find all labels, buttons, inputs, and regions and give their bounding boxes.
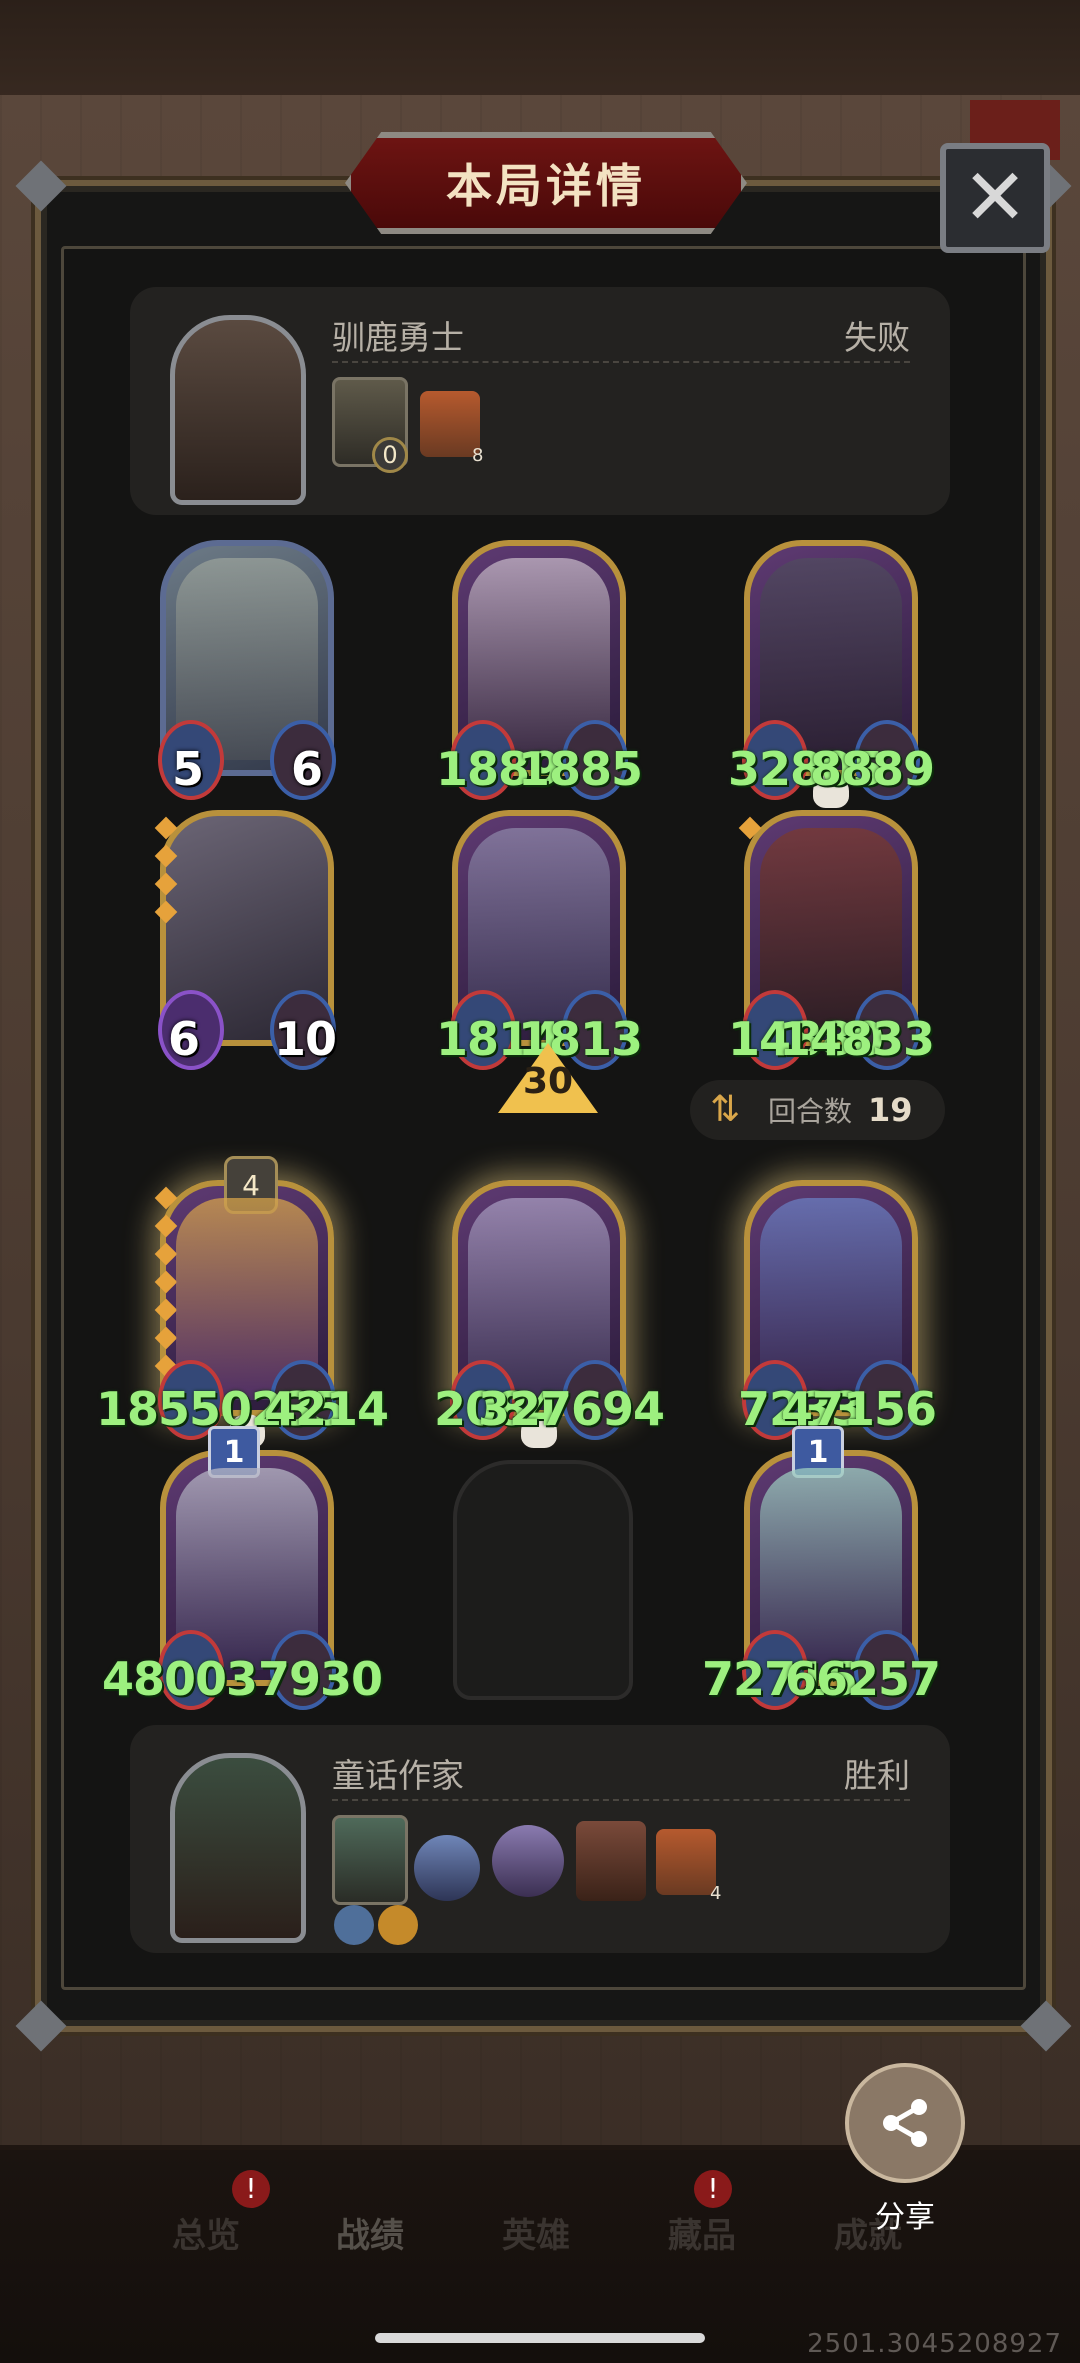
version-text: 2501.3045208927 bbox=[807, 2329, 1062, 2359]
player-unit-4[interactable]: 1 48003 7930 bbox=[102, 1426, 383, 1710]
opponent-unit-3[interactable]: 32805 8889 bbox=[728, 540, 935, 808]
unit-health: 7930 bbox=[257, 1652, 383, 1706]
player-unit-5[interactable]: 1 72715 66257 bbox=[702, 1426, 941, 1710]
notification-dot: ! bbox=[694, 2170, 732, 2208]
gem-stack bbox=[738, 816, 762, 848]
scroll-relic-icon[interactable] bbox=[492, 1825, 564, 1897]
player-unit-2[interactable]: 2084 327694 bbox=[434, 1180, 665, 1448]
unit-health: 10 bbox=[273, 1012, 337, 1066]
player-card[interactable]: 童话作家 胜利 4 bbox=[130, 1725, 950, 1953]
gem-icon bbox=[154, 1186, 178, 1210]
notification-dot: ! bbox=[232, 2170, 270, 2208]
unit-health: 6 bbox=[290, 742, 323, 796]
arrow-value: 30 bbox=[522, 1061, 574, 1102]
opponent-result: 失败 bbox=[844, 318, 910, 357]
opponent-unit-2[interactable]: 1889 1885 bbox=[436, 540, 643, 800]
rounds-value: 19 bbox=[868, 1091, 913, 1129]
gem-icon bbox=[154, 816, 178, 840]
home-indicator[interactable] bbox=[375, 2333, 705, 2343]
gem-icon bbox=[154, 1242, 178, 1266]
share-label: 分享 bbox=[875, 2200, 935, 2235]
close-button[interactable]: ✕ bbox=[940, 143, 1050, 253]
gem-icon bbox=[154, 1270, 178, 1294]
gem-icon bbox=[154, 900, 178, 924]
house-icon[interactable] bbox=[420, 391, 480, 457]
tab-overview[interactable]: 总览 bbox=[172, 2208, 240, 2257]
equipment-badge: 0 bbox=[372, 437, 408, 473]
opponent-unit-4[interactable]: 6 10 bbox=[154, 810, 337, 1070]
divider bbox=[332, 361, 910, 363]
gem-stack bbox=[154, 816, 178, 932]
opponent-unit-6[interactable]: 14880 14833 bbox=[728, 810, 935, 1070]
unit-health: 327694 bbox=[477, 1382, 665, 1436]
player-unit-1[interactable]: 4 18550235 4214 bbox=[96, 1156, 389, 1448]
skill-icon[interactable] bbox=[378, 1905, 418, 1945]
close-icon: ✕ bbox=[962, 153, 1028, 243]
opponent-card[interactable]: 驯鹿勇士 失败 0 8 bbox=[130, 287, 950, 515]
tab-records[interactable]: 战绩 bbox=[336, 2208, 404, 2257]
opponent-unit-1[interactable]: 5 6 bbox=[158, 540, 336, 800]
gem-icon bbox=[738, 816, 762, 840]
house-level: 4 bbox=[710, 1883, 722, 1904]
player-result: 胜利 bbox=[844, 1756, 910, 1795]
unit-attack: 5 bbox=[172, 742, 204, 796]
opponent-name: 驯鹿勇士 bbox=[332, 318, 464, 357]
unit-health: 8889 bbox=[809, 742, 935, 796]
round-counter: ⇅ 回合数 19 bbox=[690, 1080, 945, 1140]
gem-stack bbox=[154, 1186, 178, 1386]
share-icon bbox=[883, 2099, 927, 2147]
page-title: 本局详情 bbox=[446, 159, 646, 213]
cycle-icon: ⇅ bbox=[710, 1089, 741, 1130]
unit-health: 14833 bbox=[778, 1012, 935, 1066]
empty-board-slot bbox=[453, 1460, 633, 1700]
opponent-unit-5[interactable]: 1814 1813 bbox=[436, 810, 643, 1070]
house-icon[interactable] bbox=[656, 1829, 716, 1895]
gem-icon bbox=[154, 1214, 178, 1238]
unit-health: 4214 bbox=[263, 1382, 389, 1436]
gem-icon bbox=[154, 1298, 178, 1322]
player-name: 童话作家 bbox=[332, 1756, 464, 1795]
unit-health: 66257 bbox=[784, 1652, 941, 1706]
share-button[interactable] bbox=[845, 2063, 965, 2183]
rounds-label: 回合数 bbox=[768, 1095, 853, 1128]
unit-attack: 48003 bbox=[102, 1652, 258, 1706]
player-unit-3[interactable]: 7233 47156 bbox=[738, 1180, 937, 1440]
tab-collection[interactable]: 藏品 bbox=[668, 2208, 736, 2257]
equipment-icon[interactable] bbox=[332, 1815, 408, 1905]
title-plate: 本局详情 bbox=[345, 132, 747, 234]
book-relic-icon[interactable] bbox=[576, 1821, 646, 1901]
tab-heroes[interactable]: 英雄 bbox=[502, 2208, 570, 2257]
skill-icon[interactable] bbox=[334, 1905, 374, 1945]
divider bbox=[332, 1799, 910, 1801]
gem-icon bbox=[154, 872, 178, 896]
gem-icon bbox=[154, 844, 178, 868]
unit-health: 1885 bbox=[517, 742, 643, 796]
player-avatar[interactable] bbox=[170, 1753, 306, 1943]
opponent-avatar[interactable] bbox=[170, 315, 306, 505]
house-level: 8 bbox=[472, 445, 484, 466]
gem-icon bbox=[154, 1326, 178, 1350]
attack-direction-indicator: 30 bbox=[498, 1043, 598, 1113]
unit-attack: 6 bbox=[168, 1012, 200, 1066]
compass-relic-icon[interactable] bbox=[414, 1835, 480, 1901]
